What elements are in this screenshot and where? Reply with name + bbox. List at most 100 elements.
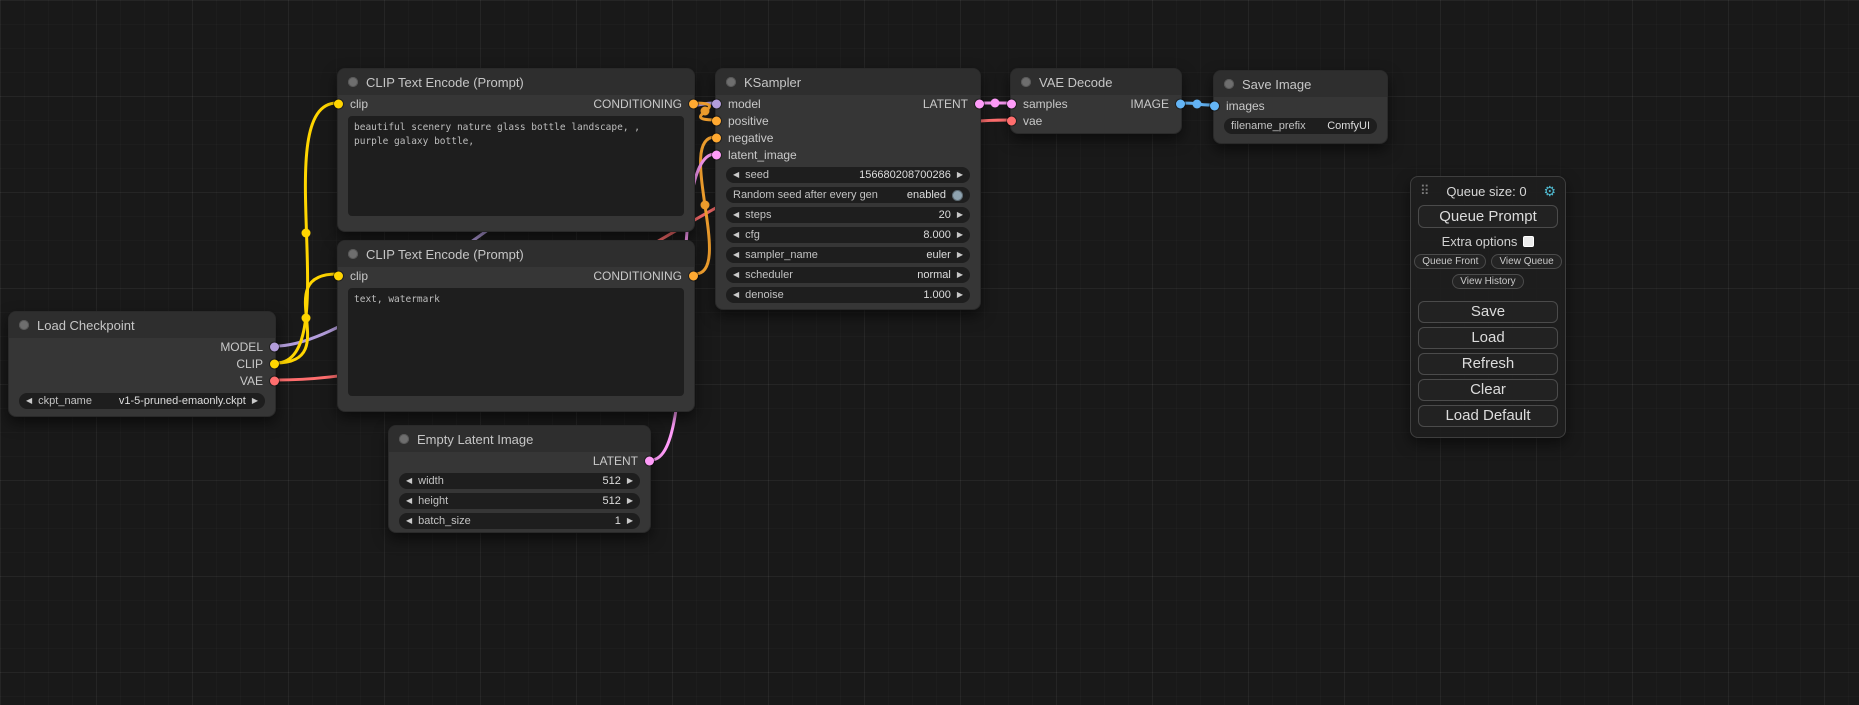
decrement-arrow-icon[interactable]: ◀: [733, 291, 739, 299]
collapse-dot-icon[interactable]: [1224, 79, 1234, 89]
widget-value: normal: [917, 269, 951, 281]
widget-height[interactable]: ◀ height 512 ▶: [399, 493, 640, 509]
increment-arrow-icon[interactable]: ▶: [957, 251, 963, 259]
prompt-textarea[interactable]: text, watermark: [348, 288, 684, 396]
node-load-checkpoint[interactable]: Load Checkpoint MODEL CLIP VAE ◀ ckpt_na…: [8, 311, 276, 417]
increment-arrow-icon[interactable]: ▶: [957, 211, 963, 219]
input-slot-vae[interactable]: [1007, 116, 1016, 125]
clear-button[interactable]: Clear: [1418, 379, 1558, 401]
widget-seed[interactable]: ◀ seed 156680208700286 ▶: [726, 167, 970, 183]
widget-filename-prefix[interactable]: filename_prefix ComfyUI: [1224, 118, 1377, 134]
input-slot-samples[interactable]: [1007, 99, 1016, 108]
output-slot-conditioning[interactable]: [689, 271, 698, 280]
input-slot-negative[interactable]: [712, 133, 721, 142]
widget-label: steps: [745, 209, 771, 221]
node-header[interactable]: KSampler: [716, 69, 980, 95]
increment-arrow-icon[interactable]: ▶: [627, 517, 633, 525]
input-slot-clip[interactable]: [334, 271, 343, 280]
increment-arrow-icon[interactable]: ▶: [957, 231, 963, 239]
view-queue-button[interactable]: View Queue: [1491, 254, 1561, 269]
increment-arrow-icon[interactable]: ▶: [957, 291, 963, 299]
input-slot-images[interactable]: [1210, 101, 1219, 110]
widget-label: sampler_name: [745, 249, 818, 261]
node-save-image[interactable]: Save Image images filename_prefix ComfyU…: [1213, 70, 1388, 144]
refresh-button[interactable]: Refresh: [1418, 353, 1558, 375]
collapse-dot-icon[interactable]: [399, 434, 409, 444]
collapse-dot-icon[interactable]: [348, 77, 358, 87]
collapse-dot-icon[interactable]: [726, 77, 736, 87]
prompt-textarea[interactable]: beautiful scenery nature glass bottle la…: [348, 116, 684, 216]
node-header[interactable]: VAE Decode: [1011, 69, 1181, 95]
node-clip-text-encode-positive[interactable]: CLIP Text Encode (Prompt) clip CONDITION…: [337, 68, 695, 232]
node-vae-decode[interactable]: VAE Decode samples IMAGE vae: [1010, 68, 1182, 134]
node-canvas[interactable]: Load Checkpoint MODEL CLIP VAE ◀ ckpt_na…: [0, 0, 1859, 705]
widget-label: ckpt_name: [38, 395, 92, 407]
view-history-button[interactable]: View History: [1452, 274, 1523, 289]
widget-value: enabled: [907, 189, 946, 201]
input-label-images: images: [1226, 99, 1265, 113]
widget-scheduler[interactable]: ◀ scheduler normal ▶: [726, 267, 970, 283]
load-button[interactable]: Load: [1418, 327, 1558, 349]
widget-value: ComfyUI: [1327, 120, 1370, 132]
node-header[interactable]: Save Image: [1214, 71, 1387, 97]
widget-steps[interactable]: ◀ steps 20 ▶: [726, 207, 970, 223]
input-label-negative: negative: [728, 131, 773, 145]
settings-gear-icon[interactable]: ⚙: [1543, 184, 1556, 198]
widget-value: 20: [939, 209, 951, 221]
widget-ckpt-name[interactable]: ◀ ckpt_name v1-5-pruned-emaonly.ckpt ▶: [19, 393, 265, 409]
output-slot-latent[interactable]: [975, 99, 984, 108]
node-header[interactable]: CLIP Text Encode (Prompt): [338, 69, 694, 95]
node-clip-text-encode-negative[interactable]: CLIP Text Encode (Prompt) clip CONDITION…: [337, 240, 695, 412]
widget-cfg[interactable]: ◀ cfg 8.000 ▶: [726, 227, 970, 243]
collapse-dot-icon[interactable]: [19, 320, 29, 330]
node-header[interactable]: Load Checkpoint: [9, 312, 275, 338]
decrement-arrow-icon[interactable]: ◀: [733, 231, 739, 239]
input-slot-clip[interactable]: [334, 99, 343, 108]
collapse-dot-icon[interactable]: [348, 249, 358, 259]
decrement-arrow-icon[interactable]: ◀: [406, 517, 412, 525]
decrement-arrow-icon[interactable]: ◀: [26, 397, 32, 405]
widget-random-seed-toggle[interactable]: Random seed after every gen enabled: [726, 187, 970, 203]
widget-value: 512: [602, 475, 620, 487]
widget-width[interactable]: ◀ width 512 ▶: [399, 473, 640, 489]
input-slot-positive[interactable]: [712, 116, 721, 125]
decrement-arrow-icon[interactable]: ◀: [733, 211, 739, 219]
collapse-dot-icon[interactable]: [1021, 77, 1031, 87]
output-slot-vae[interactable]: [270, 376, 279, 385]
decrement-arrow-icon[interactable]: ◀: [733, 171, 739, 179]
output-slot-latent[interactable]: [645, 456, 654, 465]
input-label-samples: samples: [1023, 97, 1068, 111]
decrement-arrow-icon[interactable]: ◀: [406, 497, 412, 505]
queue-front-button[interactable]: Queue Front: [1414, 254, 1486, 269]
increment-arrow-icon[interactable]: ▶: [957, 271, 963, 279]
input-label-clip: clip: [350, 97, 368, 111]
widget-batch-size[interactable]: ◀ batch_size 1 ▶: [399, 513, 640, 529]
drag-handle-icon[interactable]: ⠿: [1420, 183, 1430, 199]
decrement-arrow-icon[interactable]: ◀: [733, 251, 739, 259]
output-slot-clip[interactable]: [270, 359, 279, 368]
increment-arrow-icon[interactable]: ▶: [627, 477, 633, 485]
output-slot-conditioning[interactable]: [689, 99, 698, 108]
save-button[interactable]: Save: [1418, 301, 1558, 323]
extra-options-checkbox[interactable]: [1523, 236, 1534, 247]
output-slot-model[interactable]: [270, 342, 279, 351]
toggle-dot-icon[interactable]: [952, 190, 963, 201]
widget-sampler-name[interactable]: ◀ sampler_name euler ▶: [726, 247, 970, 263]
input-slot-latent-image[interactable]: [712, 150, 721, 159]
increment-arrow-icon[interactable]: ▶: [627, 497, 633, 505]
load-default-button[interactable]: Load Default: [1418, 405, 1558, 427]
widget-label: batch_size: [418, 515, 471, 527]
output-slot-image[interactable]: [1176, 99, 1185, 108]
node-title: Empty Latent Image: [417, 432, 533, 447]
increment-arrow-icon[interactable]: ▶: [252, 397, 258, 405]
decrement-arrow-icon[interactable]: ◀: [733, 271, 739, 279]
node-empty-latent-image[interactable]: Empty Latent Image LATENT ◀ width 512 ▶ …: [388, 425, 651, 533]
node-ksampler[interactable]: KSampler model LATENT positive negative …: [715, 68, 981, 310]
input-slot-model[interactable]: [712, 99, 721, 108]
queue-prompt-button[interactable]: Queue Prompt: [1418, 205, 1558, 228]
widget-denoise[interactable]: ◀ denoise 1.000 ▶: [726, 287, 970, 303]
node-header[interactable]: CLIP Text Encode (Prompt): [338, 241, 694, 267]
increment-arrow-icon[interactable]: ▶: [957, 171, 963, 179]
node-header[interactable]: Empty Latent Image: [389, 426, 650, 452]
decrement-arrow-icon[interactable]: ◀: [406, 477, 412, 485]
